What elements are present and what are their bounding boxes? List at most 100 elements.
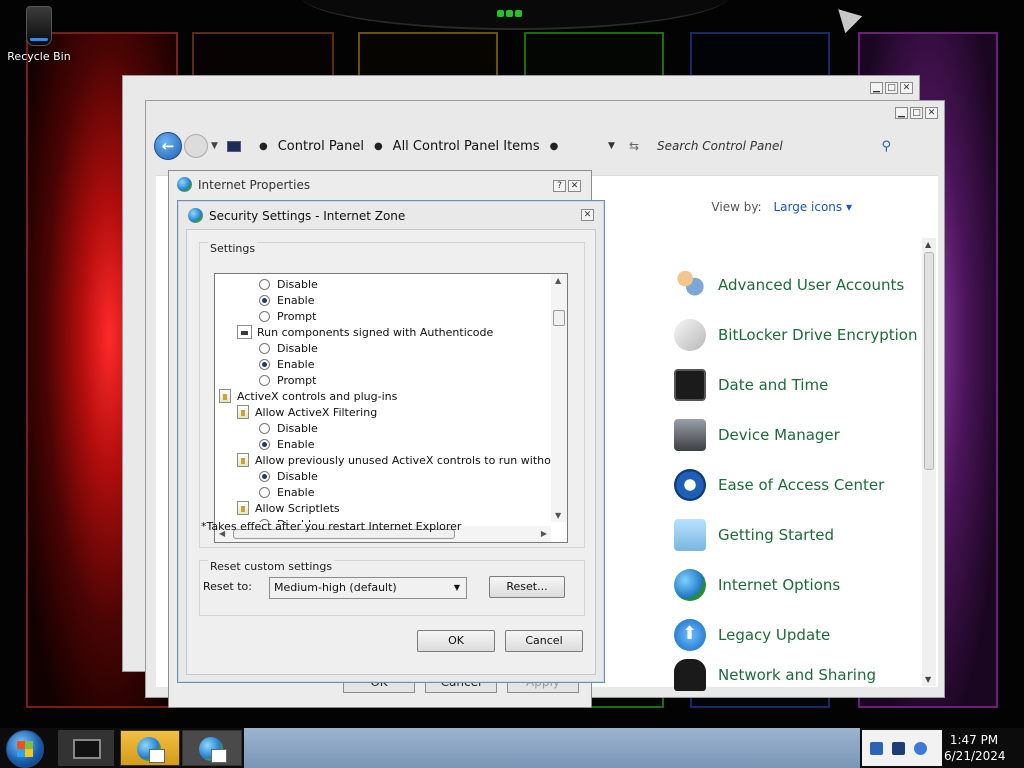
setting-label: Allow previously unused ActiveX controls… <box>255 453 551 467</box>
search-icon[interactable]: ⚲ <box>881 139 891 154</box>
cancel-button[interactable]: Cancel <box>505 630 583 652</box>
setting-item: Allow Scriptlets <box>237 500 340 516</box>
getting-started-icon <box>674 519 706 551</box>
item-device-manager[interactable]: Device Manager <box>674 417 924 453</box>
radio-unchecked-icon[interactable] <box>259 422 270 434</box>
restart-note: *Takes effect after you restart Internet… <box>201 520 462 533</box>
setting-label: Disable <box>277 277 318 291</box>
address-dropdown-icon[interactable]: ▼ <box>608 141 615 151</box>
help-icon[interactable]: ? <box>553 180 566 192</box>
setting-option-radio[interactable]: Disable <box>259 420 318 436</box>
ease-of-access-icon <box>674 469 706 501</box>
back-button[interactable]: ← <box>154 132 182 160</box>
setting-label: Enable <box>277 485 315 499</box>
volume-icon[interactable] <box>914 742 927 755</box>
minimize-icon[interactable]: ▁ <box>870 82 883 94</box>
setting-option-radio[interactable]: Disable <box>259 340 318 356</box>
taskbar-app-internet-properties[interactable] <box>120 730 180 766</box>
vertical-scrollbar[interactable]: ▲ ▼ <box>922 238 936 686</box>
radio-checked-icon[interactable] <box>259 470 270 482</box>
close-icon[interactable]: ✕ <box>568 180 581 192</box>
internet-options-icon <box>137 737 165 763</box>
settings-group-label: Settings <box>208 242 258 255</box>
scroll-right-icon[interactable]: ▶ <box>541 529 547 538</box>
network-icon[interactable] <box>892 742 905 755</box>
close-icon[interactable]: ✕ <box>581 209 594 221</box>
item-bitlocker[interactable]: BitLocker Drive Encryption <box>674 317 924 353</box>
item-date-time[interactable]: Date and Time <box>674 367 924 403</box>
search-input[interactable]: Search Control Panel ⚲ <box>655 133 893 159</box>
radio-checked-icon[interactable] <box>259 294 270 306</box>
radio-unchecked-icon[interactable] <box>259 486 270 498</box>
maximize-icon[interactable]: □ <box>885 82 898 94</box>
setting-option-radio[interactable]: Disable <box>259 276 318 292</box>
setting-option-radio[interactable]: Prompt <box>259 372 316 388</box>
recycle-bin[interactable]: Recycle Bin <box>4 6 74 63</box>
breadcrumb-all-items[interactable]: All Control Panel Items <box>393 139 540 154</box>
setting-option-radio[interactable]: Enable <box>259 292 314 308</box>
item-network-sharing[interactable]: Network and Sharing <box>674 657 924 693</box>
close-icon[interactable]: ✕ <box>900 82 913 94</box>
scroll-icon <box>219 389 231 403</box>
mouse-cursor-icon <box>829 0 863 34</box>
reset-to-dropdown[interactable]: Medium-high (default) ▼ <box>269 577 467 599</box>
item-ease-of-access[interactable]: Ease of Access Center <box>674 467 924 503</box>
recent-pages-dropdown-icon[interactable]: ▼ <box>211 141 221 151</box>
setting-option-radio[interactable]: Enable <box>259 356 314 372</box>
setting-label: Enable <box>277 293 315 307</box>
view-by-dropdown[interactable]: Large icons ▾ <box>773 200 852 214</box>
item-advanced-user-accounts[interactable]: Advanced User Accounts <box>674 267 924 303</box>
bitlocker-icon <box>674 319 706 351</box>
radio-unchecked-icon[interactable] <box>259 342 270 354</box>
scroll-down-icon[interactable]: ▼ <box>925 675 931 684</box>
reset-button[interactable]: Reset... <box>489 576 565 598</box>
scroll-thumb[interactable] <box>924 252 934 470</box>
radio-checked-icon[interactable] <box>259 438 270 450</box>
scroll-up-icon[interactable]: ▲ <box>555 276 561 285</box>
radio-unchecked-icon[interactable] <box>259 310 270 322</box>
clock-time: 1:47 PM <box>949 733 999 747</box>
scroll-icon <box>237 405 249 419</box>
date-time-icon <box>674 369 706 401</box>
setting-label: Prompt <box>277 373 317 387</box>
setting-option-radio[interactable]: Enable <box>259 484 314 500</box>
window-controls: ▁ □ ✕ <box>870 82 913 94</box>
close-icon[interactable]: ✕ <box>925 107 938 119</box>
item-getting-started[interactable]: Getting Started <box>674 517 924 553</box>
security-settings-dialog: Security Settings - Internet Zone ✕ Sett… <box>177 200 605 683</box>
scroll-up-icon[interactable]: ▲ <box>925 240 931 249</box>
address-bar[interactable]: ● Control Panel ● All Control Panel Item… <box>227 133 639 159</box>
action-center-icon[interactable] <box>870 742 883 755</box>
setting-option-radio[interactable]: Enable <box>259 436 314 452</box>
maximize-icon[interactable]: □ <box>910 107 923 119</box>
refresh-icon[interactable]: ⇆ <box>629 139 639 153</box>
tree-vertical-scrollbar[interactable]: ▲ ▼ <box>551 274 567 522</box>
radio-unchecked-icon[interactable] <box>259 374 270 386</box>
clock[interactable]: 1:47 PM 6/21/2024 <box>944 732 1006 764</box>
reset-group-label: Reset custom settings <box>208 560 335 573</box>
dialog-title: Security Settings - Internet Zone <box>188 208 405 223</box>
forward-button[interactable] <box>184 134 208 158</box>
minimize-icon[interactable]: ▁ <box>895 107 908 119</box>
scroll-thumb[interactable] <box>553 310 565 326</box>
scroll-down-icon[interactable]: ▼ <box>555 511 561 520</box>
setting-option-radio[interactable]: Prompt <box>259 308 316 324</box>
internet-options-icon <box>674 569 706 601</box>
settings-tree[interactable]: Disable Enable Prompt Run components signed… <box>214 273 568 543</box>
ok-button[interactable]: OK <box>417 630 495 652</box>
setting-item: Allow previously unused ActiveX controls… <box>237 452 551 468</box>
recycle-bin-icon <box>26 6 52 46</box>
search-placeholder: Search Control Panel <box>657 139 783 153</box>
setting-label: Disable <box>277 341 318 355</box>
radio-unchecked-icon[interactable] <box>259 278 270 290</box>
item-internet-options[interactable]: Internet Options <box>674 567 924 603</box>
start-button[interactable] <box>6 730 44 768</box>
taskbar-app-security-settings[interactable] <box>182 730 242 766</box>
item-legacy-update[interactable]: Legacy Update <box>674 617 924 653</box>
device-manager-icon <box>674 419 706 451</box>
setting-option-radio[interactable]: Disable <box>259 468 318 484</box>
radio-checked-icon[interactable] <box>259 358 270 370</box>
taskbar-app-display[interactable] <box>58 730 114 766</box>
taskbar-empty-area <box>244 728 860 768</box>
breadcrumb-control-panel[interactable]: Control Panel <box>278 139 364 154</box>
